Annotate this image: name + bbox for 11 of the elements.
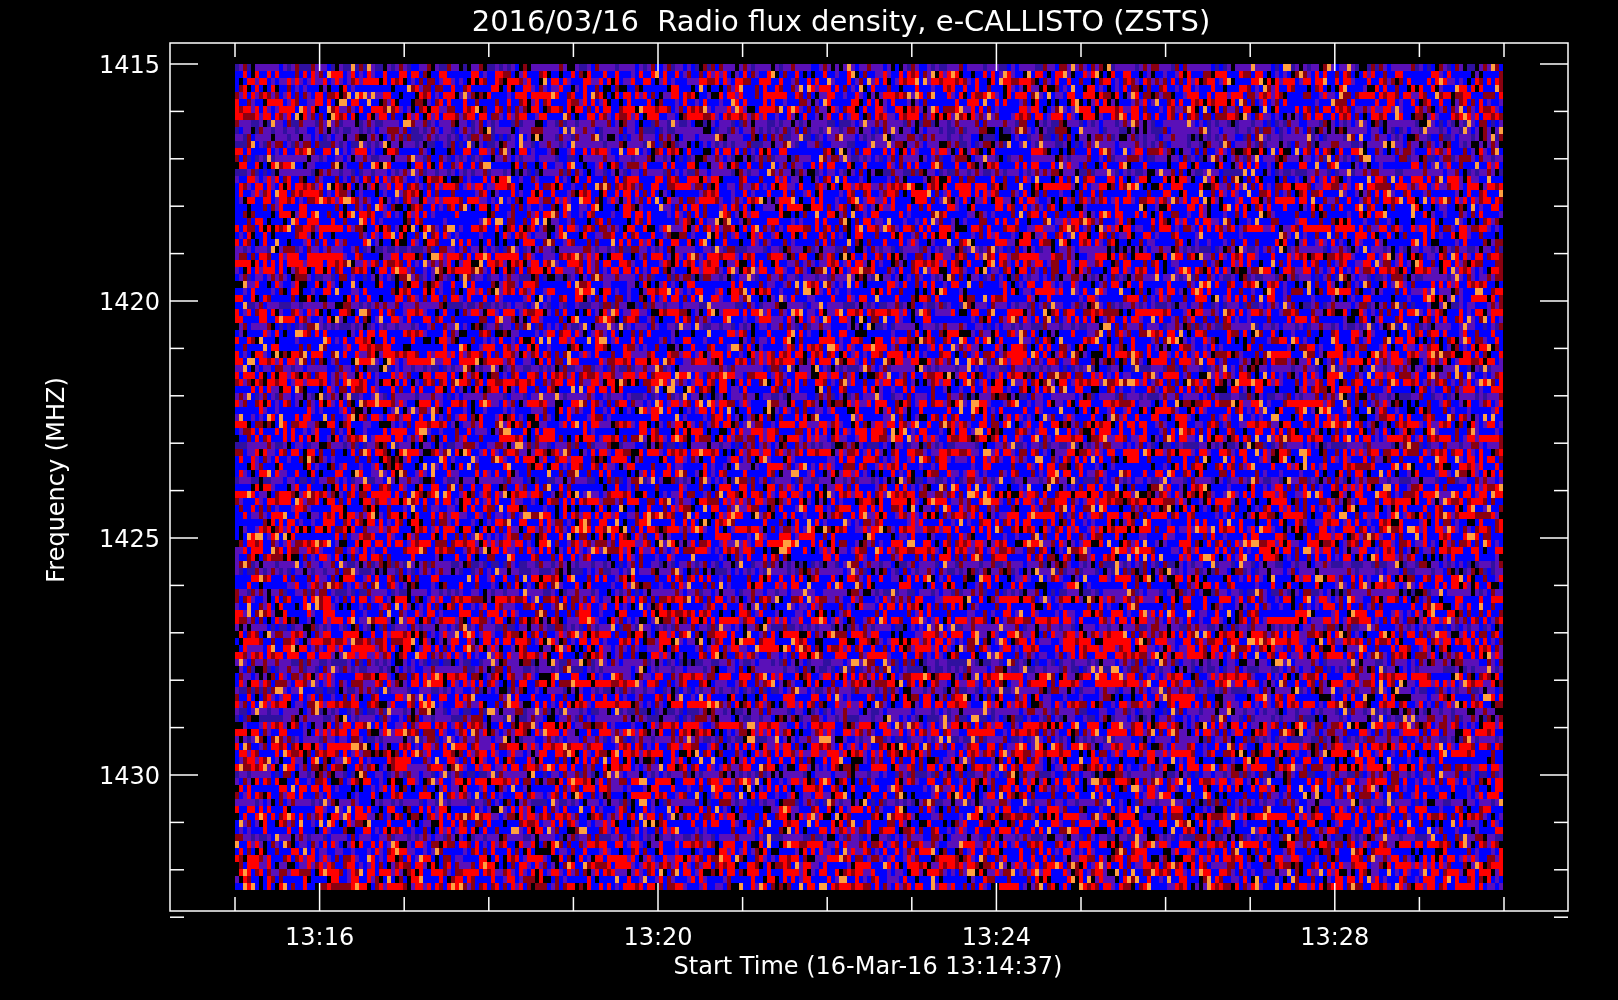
x-axis-label: Start Time (16-Mar-16 13:14:37) bbox=[673, 952, 1063, 980]
y-tick-label: 1420 bbox=[98, 288, 160, 316]
x-tick-label: 13:20 bbox=[623, 923, 693, 951]
y-axis-label: Frequency (MHZ) bbox=[42, 377, 70, 583]
y-tick-label: 1430 bbox=[98, 762, 160, 790]
x-tick-label: 13:16 bbox=[285, 923, 355, 951]
x-tick-label: 13:24 bbox=[961, 923, 1031, 951]
chart-title: 2016/03/16 Radio flux density, e-CALLISTO (ZSTS) bbox=[471, 4, 1211, 38]
x-tick-label: 13:28 bbox=[1300, 923, 1370, 951]
y-tick-label: 1425 bbox=[98, 525, 160, 553]
y-tick-label: 1415 bbox=[98, 51, 160, 79]
